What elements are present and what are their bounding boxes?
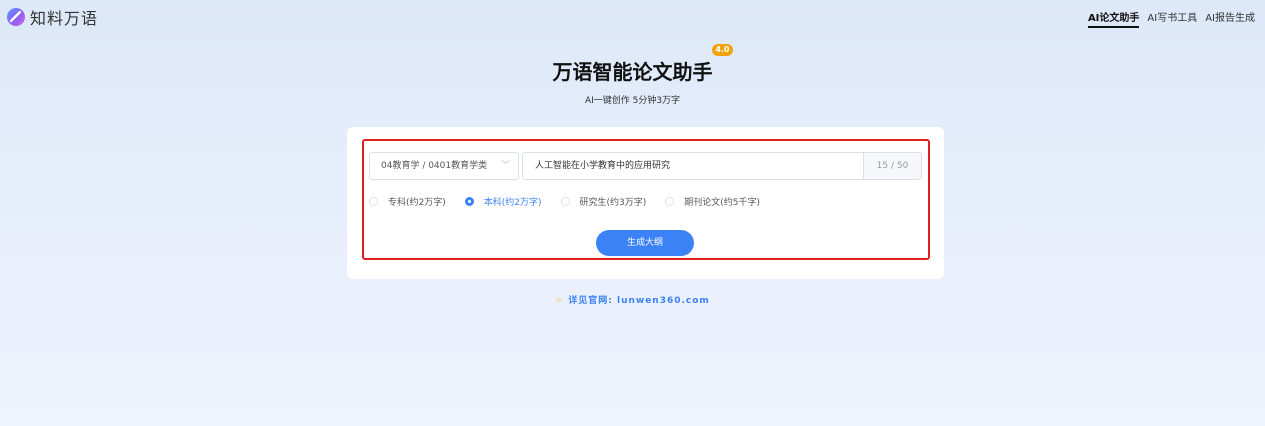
page-title: 万语智能论文助手 [552, 60, 713, 84]
nav-ai-paper-assistant[interactable]: AI论文助手 [1087, 9, 1140, 28]
char-counter: 15 / 50 [863, 152, 922, 180]
generate-outline-button[interactable]: 生成大纲 [596, 230, 694, 256]
page-subtitle: AI一键创作 5分钟3万字 [584, 96, 681, 106]
radio-label: 专科(约2万字) [388, 197, 446, 208]
official-site-link[interactable]: ☞ 详见官网: lunwen360.com [0, 293, 1265, 306]
degree-radio-group: 专科(约2万字) 本科(约2万字) 研究生(约3万字) 期刊论文(约5千字) [369, 194, 779, 208]
radio-graduate[interactable]: 研究生(约3万字) [560, 195, 647, 208]
radio-checked-icon [464, 196, 474, 206]
radio-label: 本科(约2万字) [483, 197, 542, 208]
pointing-hand-icon: ☞ [555, 296, 565, 306]
radio-circle-icon [665, 196, 675, 206]
radio-circle-icon [560, 196, 570, 206]
paper-form-card: 04教育学 / 0401教育学类 ﹀ 人工智能在小学教育中的应用研究 15 / … [347, 127, 944, 279]
logo-text: 知料万语 [30, 9, 99, 28]
version-badge: 4.0 [712, 44, 733, 56]
topic-input[interactable]: 人工智能在小学教育中的应用研究 [522, 152, 863, 180]
top-bar: 知料万语 AI论文助手 AI写书工具 AI报告生成 [0, 0, 1265, 34]
official-site-text: 详见官网: lunwen360.com [568, 296, 710, 306]
radio-circle-icon [369, 196, 378, 206]
radio-junior-college[interactable]: 专科(约2万字) [369, 195, 446, 208]
page-title-row: 万语智能论文助手 4.0 [0, 44, 1265, 85]
nav-ai-book-tool[interactable]: AI写书工具 [1147, 9, 1197, 28]
radio-journal-paper[interactable]: 期刊论文(约5千字) [665, 195, 760, 208]
radio-label: 期刊论文(约5千字) [684, 197, 760, 208]
category-select[interactable]: 04教育学 / 0401教育学类 ﹀ [369, 152, 519, 180]
radio-label: 研究生(约3万字) [579, 197, 647, 208]
chevron-down-icon: ﹀ [500, 161, 510, 171]
category-select-value: 04教育学 / 0401教育学类 [381, 161, 488, 171]
logo-icon [7, 8, 25, 26]
top-nav: AI论文助手 AI写书工具 AI报告生成 [1087, 9, 1255, 28]
radio-undergraduate[interactable]: 本科(约2万字) [464, 195, 542, 208]
logo[interactable]: 知料万语 [6, 6, 98, 28]
nav-ai-report-generation[interactable]: AI报告生成 [1205, 9, 1255, 28]
